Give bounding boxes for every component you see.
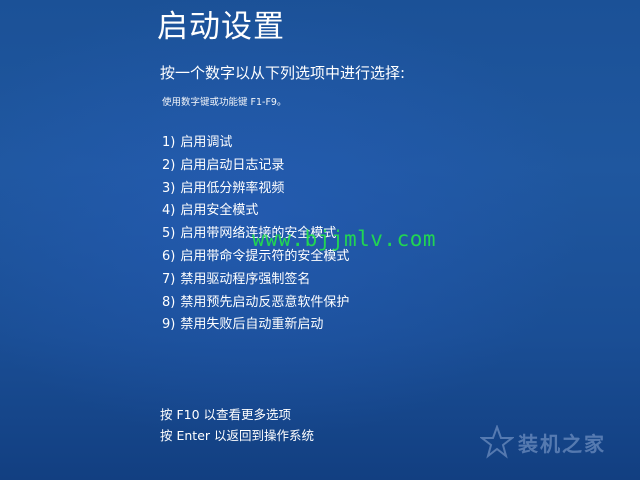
option-enable-low-resolution-video[interactable]: 3) 启用低分辨率视频 xyxy=(162,178,349,201)
watermark-brand: 装机之家 xyxy=(479,424,606,459)
watermark-brand-text: 装机之家 xyxy=(518,431,606,456)
option-number: 8) xyxy=(162,294,176,310)
option-label: 禁用失败后自动重新启动 xyxy=(180,317,324,333)
option-label: 启用安全模式 xyxy=(180,203,259,219)
more-options-hint: 按 F10 以查看更多选项 xyxy=(160,407,292,422)
startup-settings-screen: 启动设置 按一个数字以从下列选项中进行选择: 使用数字键或功能键 F1-F9。 … xyxy=(0,0,640,480)
option-disable-auto-restart[interactable]: 9) 禁用失败后自动重新启动 xyxy=(162,314,349,337)
return-to-os-hint: 按 Enter 以返回到操作系统 xyxy=(160,428,314,443)
option-number: 9) xyxy=(162,317,176,333)
option-enable-boot-logging[interactable]: 2) 启用启动日志记录 xyxy=(162,155,349,178)
option-number: 4) xyxy=(162,203,176,219)
option-enable-safe-mode-command-prompt[interactable]: 6) 启用带命令提示符的安全模式 xyxy=(162,246,349,269)
option-number: 1) xyxy=(162,135,176,150)
option-label: 启用低分辨率视频 xyxy=(180,180,285,196)
option-number: 5) xyxy=(162,226,176,242)
option-enable-debugging[interactable]: 1) 启用调试 xyxy=(162,132,349,155)
star-logo-icon xyxy=(479,424,515,459)
option-disable-driver-signature[interactable]: 7) 禁用驱动程序强制签名 xyxy=(162,269,349,292)
instruction-prompt: 按一个数字以从下列选项中进行选择: xyxy=(160,64,406,82)
option-label: 启用调试 xyxy=(180,135,233,150)
option-label: 启用带网络连接的安全模式 xyxy=(180,226,337,242)
option-number: 3) xyxy=(162,180,176,196)
key-hint: 使用数字键或功能键 F1-F9。 xyxy=(162,97,287,108)
startup-options-list: 1) 启用调试 2) 启用启动日志记录 3) 启用低分辨率视频 4) 启用安全模式 5)… xyxy=(162,132,349,337)
option-label: 启用启动日志记录 xyxy=(180,157,285,173)
option-disable-early-antimalware[interactable]: 8) 禁用预先启动反恶意软件保护 xyxy=(162,292,349,315)
option-number: 2) xyxy=(162,157,176,173)
option-number: 7) xyxy=(162,271,176,287)
footer-instructions: 按 F10 以查看更多选项 按 Enter 以返回到操作系统 xyxy=(160,404,314,446)
option-enable-safe-mode[interactable]: 4) 启用安全模式 xyxy=(162,200,349,223)
option-label: 禁用驱动程序强制签名 xyxy=(180,271,311,287)
option-label: 禁用预先启动反恶意软件保护 xyxy=(180,294,350,310)
option-enable-safe-mode-networking[interactable]: 5) 启用带网络连接的安全模式 xyxy=(162,223,349,246)
page-title: 启动设置 xyxy=(157,9,285,45)
option-label: 启用带命令提示符的安全模式 xyxy=(180,248,350,264)
option-number: 6) xyxy=(162,248,176,264)
